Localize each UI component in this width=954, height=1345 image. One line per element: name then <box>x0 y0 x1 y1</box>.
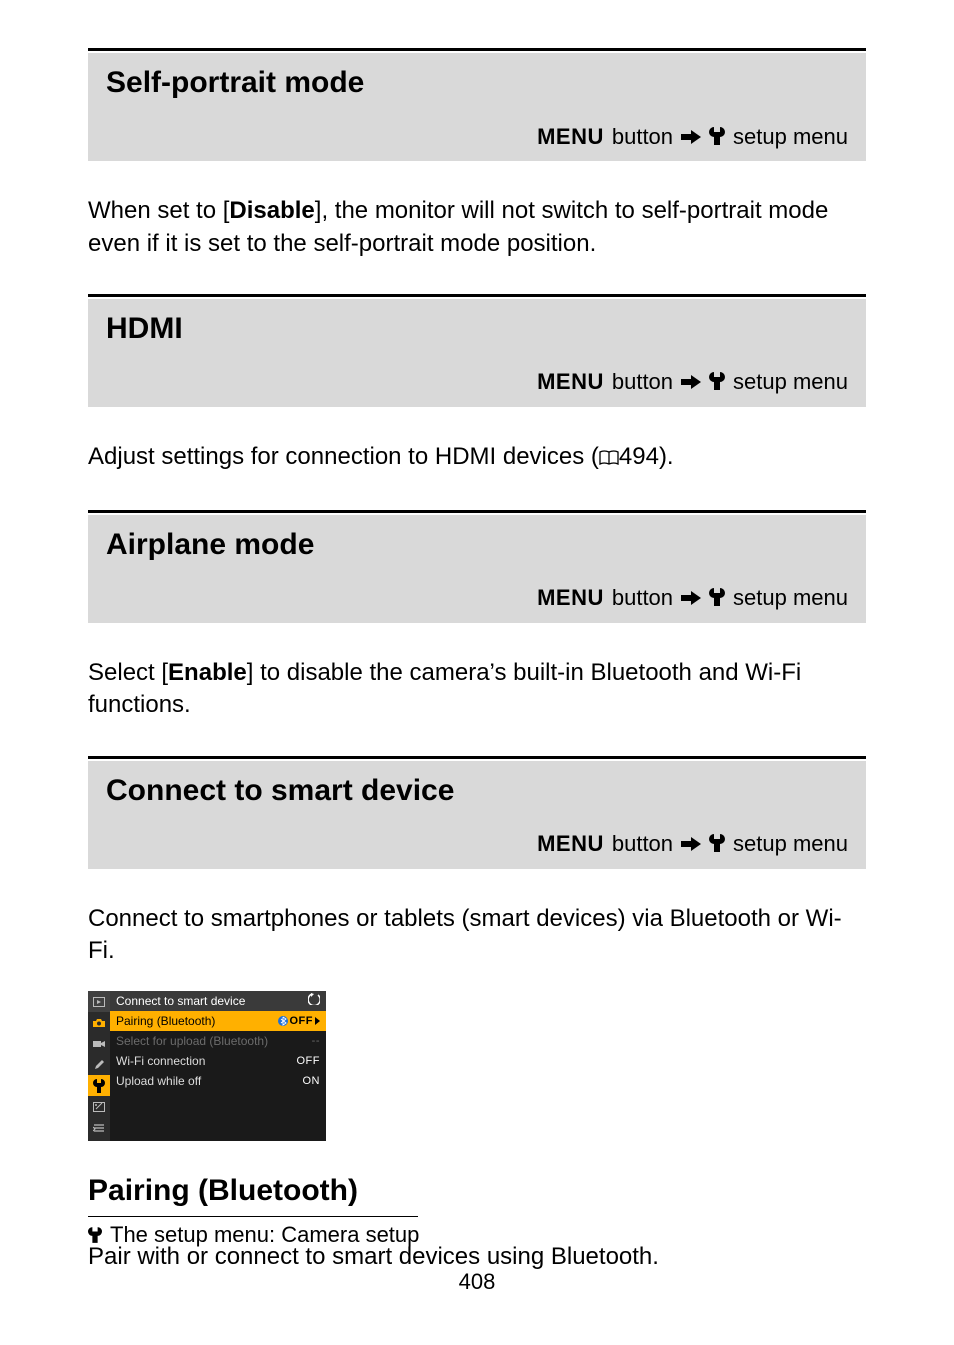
arrow-right-icon <box>681 583 701 613</box>
menu-content: Connect to smart device Pairing (Bluetoo… <box>110 991 326 1141</box>
button-word: button <box>612 829 673 859</box>
section-airplane: Airplane mode MENU button setup menu Sel… <box>88 510 866 722</box>
menu-word: MENU <box>537 367 604 397</box>
button-word: button <box>612 367 673 397</box>
subsection-title: Pairing (Bluetooth) <box>88 1171 866 1212</box>
arrow-right-icon <box>681 122 701 152</box>
setup-menu-label: setup menu <box>733 122 848 152</box>
wrench-icon <box>709 368 725 398</box>
camera-tab-icon <box>88 1012 110 1033</box>
mymenu-tab-icon <box>88 1117 110 1138</box>
wrench-icon <box>709 584 725 614</box>
menu-header-label: Connect to smart device <box>116 993 245 1009</box>
setup-menu-label: setup menu <box>733 829 848 859</box>
bluetooth-off-icon <box>278 1016 288 1026</box>
section-body: When set to [Disable], the monitor will … <box>88 185 866 260</box>
menu-empty-area <box>110 1091 326 1141</box>
section-title: Connect to smart device <box>88 761 866 824</box>
nav-path: MENU button setup menu <box>88 577 866 623</box>
menu-row-value: ON <box>303 1074 321 1089</box>
menu-row: Upload while off ON <box>110 1071 326 1091</box>
section-rule <box>88 294 866 297</box>
section-hdmi: HDMI MENU button setup menu Adjust setti… <box>88 294 866 476</box>
wrench-icon <box>709 123 725 153</box>
chevron-right-icon <box>315 1017 320 1025</box>
camera-menu-screenshot: Connect to smart device Pairing (Bluetoo… <box>88 991 326 1141</box>
button-word: button <box>612 122 673 152</box>
setup-menu-label: setup menu <box>733 367 848 397</box>
video-tab-icon <box>88 1033 110 1054</box>
wrench-icon <box>709 830 725 860</box>
menu-word: MENU <box>537 829 604 859</box>
menu-row-value: -- <box>312 1034 320 1049</box>
button-word: button <box>612 583 673 613</box>
section-title: Self-portrait mode <box>88 53 866 116</box>
playback-tab-icon <box>88 991 110 1012</box>
menu-row-selected: Pairing (Bluetooth) OFF <box>110 1011 326 1031</box>
section-title: Airplane mode <box>88 515 866 578</box>
menu-word: MENU <box>537 583 604 613</box>
book-icon <box>599 443 619 475</box>
setup-tab-icon <box>88 1075 110 1096</box>
wrench-icon <box>88 1221 102 1251</box>
nav-path: MENU button setup menu <box>88 361 866 407</box>
page-number: 408 <box>88 1267 866 1297</box>
section-self-portrait: Self-portrait mode MENU button setup men… <box>88 48 866 260</box>
back-icon <box>308 993 320 1009</box>
retouch-tab-icon <box>88 1096 110 1117</box>
subsection-rule <box>88 1216 418 1217</box>
menu-word: MENU <box>537 122 604 152</box>
arrow-right-icon <box>681 367 701 397</box>
pencil-tab-icon <box>88 1054 110 1075</box>
nav-path: MENU button setup menu <box>88 116 866 162</box>
menu-row: Wi-Fi connection OFF <box>110 1051 326 1071</box>
menu-row-label: Wi-Fi connection <box>116 1053 205 1069</box>
section-connect: Connect to smart device MENU button setu… <box>88 756 866 1274</box>
section-rule <box>88 510 866 513</box>
menu-tab-strip <box>88 991 110 1141</box>
arrow-right-icon <box>681 829 701 859</box>
footer-text: The setup menu: Camera setup <box>110 1220 419 1250</box>
menu-header: Connect to smart device <box>110 991 326 1011</box>
section-body: Select [Enable] to disable the camera’s … <box>88 647 866 722</box>
section-title: HDMI <box>88 299 866 362</box>
section-rule <box>88 756 866 759</box>
setup-menu-label: setup menu <box>733 583 848 613</box>
menu-row-label: Select for upload (Bluetooth) <box>116 1033 268 1049</box>
section-body: Adjust settings for connection to HDMI d… <box>88 431 866 475</box>
menu-row-value: OFF <box>297 1054 321 1069</box>
menu-row-disabled: Select for upload (Bluetooth) -- <box>110 1031 326 1051</box>
page-footer: The setup menu: Camera setup 408 <box>88 1220 866 1297</box>
menu-row-value: OFF <box>278 1014 321 1029</box>
section-rule <box>88 48 866 51</box>
menu-row-label: Pairing (Bluetooth) <box>116 1013 215 1029</box>
section-body: Connect to smartphones or tablets (smart… <box>88 893 866 968</box>
nav-path: MENU button setup menu <box>88 823 866 869</box>
menu-row-label: Upload while off <box>116 1073 201 1089</box>
